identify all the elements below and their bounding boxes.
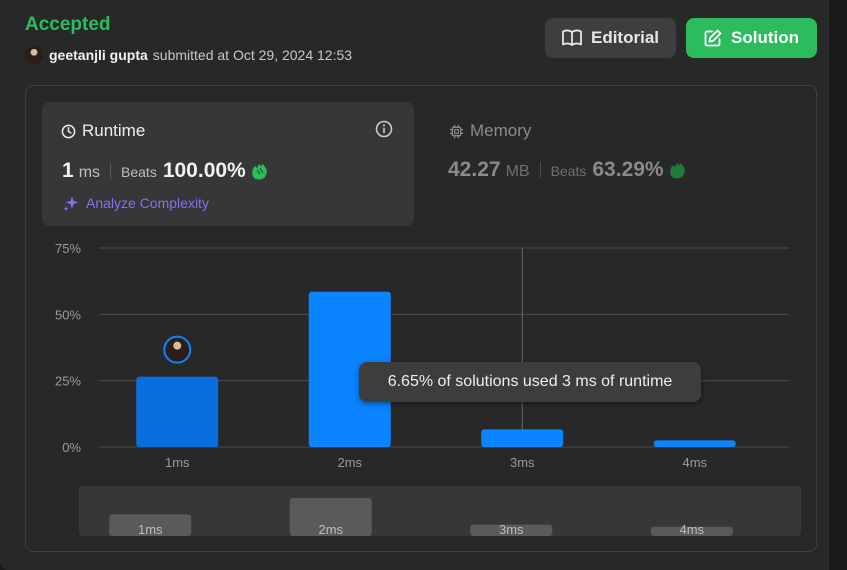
mini-tick-label: 1ms [138,522,163,536]
submission-panel: Accepted geetanjli gupta submitted at Oc… [0,0,838,570]
x-tick-label: 2ms [337,455,362,470]
editorial-label: Editorial [590,28,659,47]
bar-4ms [653,440,736,447]
solution-label: Solution [731,28,799,47]
submitter-line: geetanjli gupta submitted at Oct 29, 202… [25,46,352,64]
mini-tick-label: 3ms [499,522,524,536]
submitted-at: submitted at Oct 29, 2024 12:53 [152,47,353,63]
submission-status: Accepted [25,14,111,35]
mini-tick-label: 2ms [318,522,343,536]
avatar-face [173,341,182,350]
y-tick-label: 50% [55,307,81,322]
book-open-icon [562,29,582,46]
performance-card: Runtime 1 ms Beats 100.00% Analyze Compl… [25,85,817,552]
bar-3ms [481,429,564,447]
x-tick-label: 1ms [165,455,190,470]
x-tick-label: 3ms [510,455,535,470]
x-tick-label: 4ms [682,455,707,470]
bar-1ms [136,376,219,447]
y-tick-label: 25% [55,374,81,389]
mini-range-chart[interactable]: 1ms 2ms 3ms 4ms [79,486,801,536]
mini-chart-svg: 1ms 2ms 3ms 4ms [109,498,733,536]
editorial-button[interactable]: Editorial [545,18,676,58]
username-link[interactable]: geetanjli gupta [49,47,148,63]
edit-icon [704,29,722,47]
runtime-distribution-chart[interactable]: 0% 25% 50% 75% 1ms 2ms 3ms 4ms [26,86,816,486]
avatar[interactable] [25,46,43,64]
solution-button[interactable]: Solution [686,18,817,58]
scrollbar-track[interactable] [829,0,838,570]
y-tick-label: 75% [55,241,81,256]
mini-tick-label: 4ms [679,522,704,536]
y-tick-label: 0% [62,440,81,455]
chart-tooltip: 6.65% of solutions used 3 ms of runtime [359,362,701,402]
